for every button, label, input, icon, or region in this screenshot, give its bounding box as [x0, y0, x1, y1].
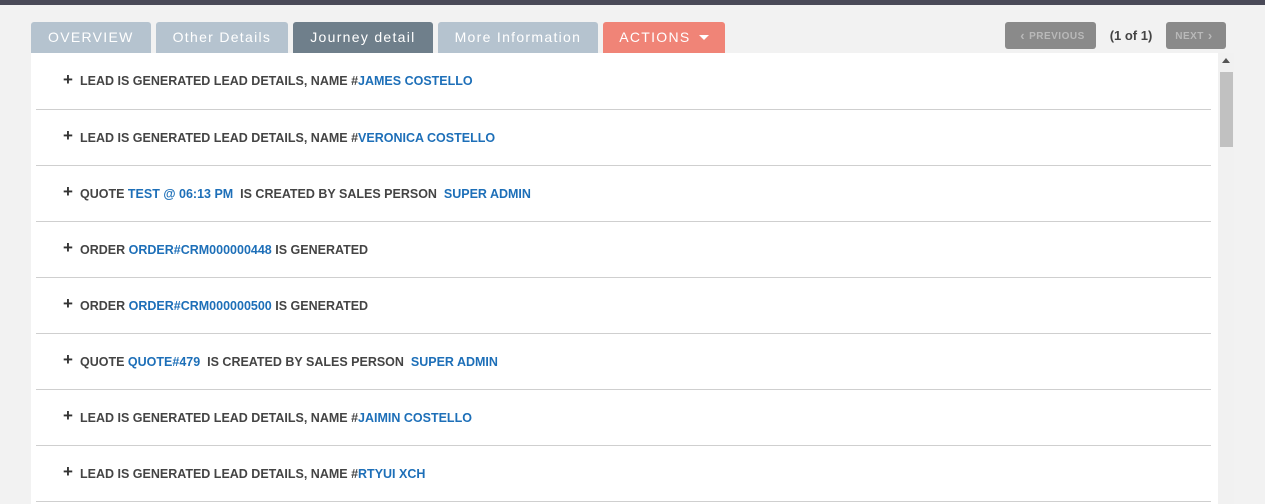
journey-text-suffix: IS CREATED BY SALES PERSON — [200, 354, 411, 369]
pager: ‹ PREVIOUS (1 of 1) NEXT › — [1005, 22, 1226, 49]
tab-overview[interactable]: OVERVIEW — [31, 22, 151, 53]
journey-text-suffix: IS CREATED BY SALES PERSON — [233, 186, 444, 201]
journey-link[interactable]: TEST @ 06:13 PM — [128, 187, 233, 201]
scrollbar-thumb[interactable] — [1220, 72, 1233, 147]
tab-bar: OVERVIEW Other Details Journey detail Mo… — [31, 22, 725, 53]
journey-text: LEAD IS GENERATED LEAD DETAILS, NAME # — [80, 130, 359, 145]
journey-text-suffix: IS GENERATED — [271, 298, 369, 313]
tab-other-details[interactable]: Other Details — [155, 22, 289, 53]
previous-label: PREVIOUS — [1029, 31, 1085, 42]
expand-plus-icon[interactable]: + — [63, 126, 80, 146]
journey-link[interactable]: QUOTE#479 — [128, 355, 200, 369]
scrollbar[interactable] — [1218, 53, 1234, 504]
journey-text: LEAD IS GENERATED LEAD DETAILS, NAME # — [80, 466, 359, 481]
expand-plus-icon[interactable]: + — [63, 294, 80, 314]
journey-link[interactable]: ORDER#CRM000000448 — [129, 243, 272, 257]
expand-plus-icon[interactable]: + — [63, 350, 80, 370]
journey-text: LEAD IS GENERATED LEAD DETAILS, NAME # — [80, 410, 359, 425]
journey-row: + ORDER ORDER#CRM000000500 IS GENERATED — [36, 278, 1211, 334]
journey-row: + LEAD IS GENERATED LEAD DETAILS, NAME # V… — [36, 110, 1211, 166]
next-button[interactable]: NEXT › — [1166, 22, 1226, 49]
expand-plus-icon[interactable]: + — [63, 182, 80, 202]
tab-more-information[interactable]: More Information — [437, 22, 599, 53]
expand-plus-icon[interactable]: + — [63, 70, 80, 90]
scroll-up-arrow-icon[interactable] — [1222, 58, 1230, 63]
journey-text: LEAD IS GENERATED LEAD DETAILS, NAME # — [80, 74, 359, 88]
actions-label: ACTIONS — [619, 29, 691, 45]
journey-row: + QUOTE QUOTE#479 IS CREATED BY SALES PER… — [36, 334, 1211, 390]
journey-row: + LEAD IS GENERATED LEAD DETAILS, NAME # R… — [36, 446, 1211, 502]
journey-row: + LEAD IS GENERATED LEAD DETAILS, NAME # J… — [36, 53, 1211, 110]
journey-row: + QUOTE TEST @ 06:13 PM IS CREATED BY SAL… — [36, 166, 1211, 222]
previous-button[interactable]: ‹ PREVIOUS — [1005, 22, 1096, 49]
journey-text: QUOTE — [80, 354, 128, 369]
sales-person-link[interactable]: SUPER ADMIN — [411, 355, 498, 369]
chevron-left-icon: ‹ — [1020, 28, 1026, 43]
expand-plus-icon[interactable]: + — [63, 406, 80, 426]
journey-row: + ORDER ORDER#CRM000000448 IS GENERATED — [36, 222, 1211, 278]
journey-link[interactable]: RTYUI XCH — [358, 467, 425, 481]
journey-panel: + LEAD IS GENERATED LEAD DETAILS, NAME # J… — [31, 53, 1234, 504]
next-label: NEXT — [1175, 31, 1204, 42]
expand-plus-icon[interactable]: + — [63, 462, 80, 482]
journey-link[interactable]: ORDER#CRM000000500 — [129, 299, 272, 313]
caret-down-icon — [698, 35, 709, 40]
journey-link[interactable]: JAIMIN COSTELLO — [358, 411, 472, 425]
journey-text: QUOTE — [80, 186, 128, 201]
journey-text: ORDER — [80, 298, 129, 313]
journey-text-suffix: IS GENERATED — [271, 242, 369, 257]
journey-link[interactable]: VERONICA COSTELLO — [358, 131, 495, 145]
top-bar — [0, 0, 1265, 5]
actions-dropdown[interactable]: ACTIONS — [603, 22, 725, 53]
journey-row: + LEAD IS GENERATED LEAD DETAILS, NAME # J… — [36, 390, 1211, 446]
tab-journey-detail[interactable]: Journey detail — [293, 22, 433, 53]
journey-link[interactable]: JAMES COSTELLO — [358, 74, 473, 88]
page-info: (1 of 1) — [1109, 28, 1153, 43]
sales-person-link[interactable]: SUPER ADMIN — [444, 187, 531, 201]
expand-plus-icon[interactable]: + — [63, 238, 80, 258]
journey-text: ORDER — [80, 242, 129, 257]
journey-list: + LEAD IS GENERATED LEAD DETAILS, NAME # J… — [36, 53, 1211, 502]
chevron-right-icon: › — [1207, 28, 1213, 43]
